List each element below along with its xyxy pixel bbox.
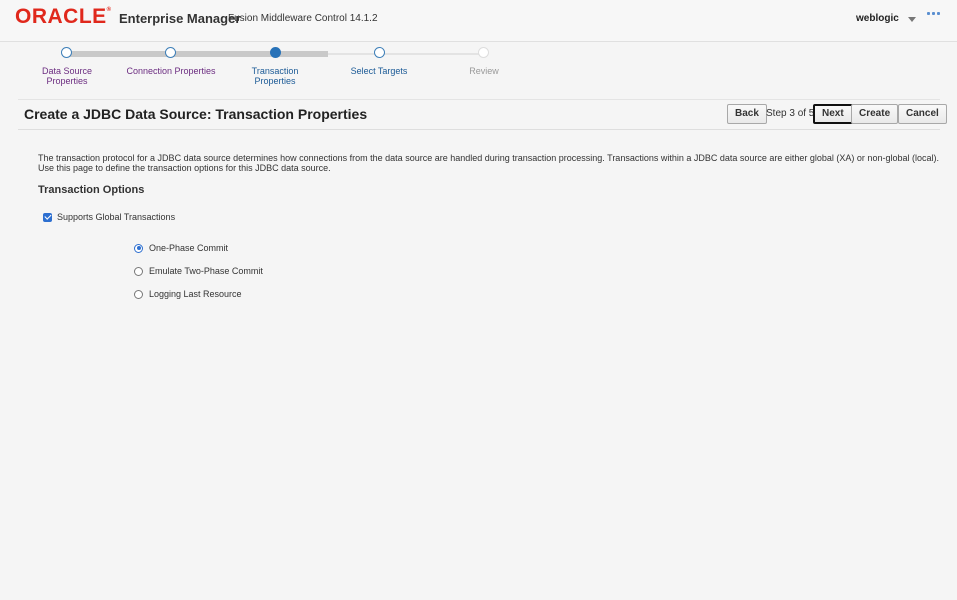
chevron-down-icon (907, 16, 916, 22)
radio-label[interactable]: One-Phase Commit (149, 243, 228, 253)
step-label-line1: Review (469, 66, 499, 76)
section-title-transaction-options: Transaction Options (38, 184, 145, 196)
logo-text: ORACLE (15, 5, 107, 28)
train-track-segment (66, 51, 170, 57)
step-label-line2: Properties (46, 76, 88, 86)
train-stop-select-targets[interactable] (374, 47, 385, 58)
page-title-bar: Create a JDBC Data Source: Transaction P… (18, 99, 947, 130)
step-label-line1: Select Targets (350, 66, 408, 76)
supports-global-transactions-row: Supports Global Transactions (43, 212, 175, 222)
train-track-segment (328, 53, 484, 55)
supports-global-transactions-checkbox[interactable] (43, 212, 52, 222)
train-track-segment (275, 51, 328, 57)
description-line: The transaction protocol for a JDBC data… (38, 153, 939, 163)
product-name: Enterprise Manager (119, 11, 241, 26)
radio-label[interactable]: Logging Last Resource (149, 289, 242, 299)
user-menu[interactable]: weblogic (856, 13, 916, 24)
option-emulate-two-phase-commit: Emulate Two-Phase Commit (134, 266, 263, 276)
step-link-select-targets[interactable]: Select Targets (351, 66, 408, 76)
train-stop-transaction-properties (270, 47, 281, 58)
logging-last-resource-radio[interactable] (134, 289, 143, 299)
next-button[interactable]: Next (813, 104, 853, 124)
train-stop-data-source-properties[interactable] (61, 47, 72, 58)
step-label-line1: Connection Properties (126, 66, 216, 76)
step-label-line1: Transaction (251, 66, 299, 76)
step-label-line2: Properties (254, 76, 296, 86)
description-line: Use this page to define the transaction … (38, 163, 331, 173)
step-indicator: Step 3 of 5 (766, 108, 815, 119)
cancel-button[interactable]: Cancel (898, 104, 947, 124)
ellipsis-icon[interactable] (927, 12, 943, 18)
app-header: ORACLE® Enterprise Manager Fusion Middle… (0, 0, 957, 42)
step-review: Review (469, 66, 499, 76)
step-label-line1: Data Source (41, 66, 93, 76)
product-version: Fusion Middleware Control 14.1.2 (228, 13, 378, 24)
page-title: Create a JDBC Data Source: Transaction P… (24, 106, 368, 122)
option-one-phase-commit: One-Phase Commit (134, 243, 228, 253)
page-description: The transaction protocol for a JDBC data… (38, 153, 943, 173)
checkbox-label[interactable]: Supports Global Transactions (57, 212, 175, 222)
back-button[interactable]: Back (727, 104, 767, 124)
wizard-train: Data Source Properties Connection Proper… (18, 41, 940, 100)
create-button[interactable]: Create (851, 104, 899, 124)
emulate-two-phase-commit-radio[interactable] (134, 266, 143, 276)
radio-label[interactable]: Emulate Two-Phase Commit (149, 266, 263, 276)
step-current-transaction-properties: Transaction Properties (252, 66, 299, 86)
user-name: weblogic (856, 13, 899, 24)
train-track-segment (170, 51, 275, 57)
one-phase-commit-radio[interactable] (134, 243, 143, 253)
train-stop-review (478, 47, 489, 58)
step-link-data-source-properties[interactable]: Data Source Properties (42, 66, 92, 86)
registered-mark: ® (106, 7, 112, 13)
oracle-logo: ORACLE® (15, 5, 112, 29)
train-stop-connection-properties[interactable] (165, 47, 176, 58)
step-link-connection-properties[interactable]: Connection Properties (126, 66, 215, 76)
option-logging-last-resource: Logging Last Resource (134, 289, 242, 299)
